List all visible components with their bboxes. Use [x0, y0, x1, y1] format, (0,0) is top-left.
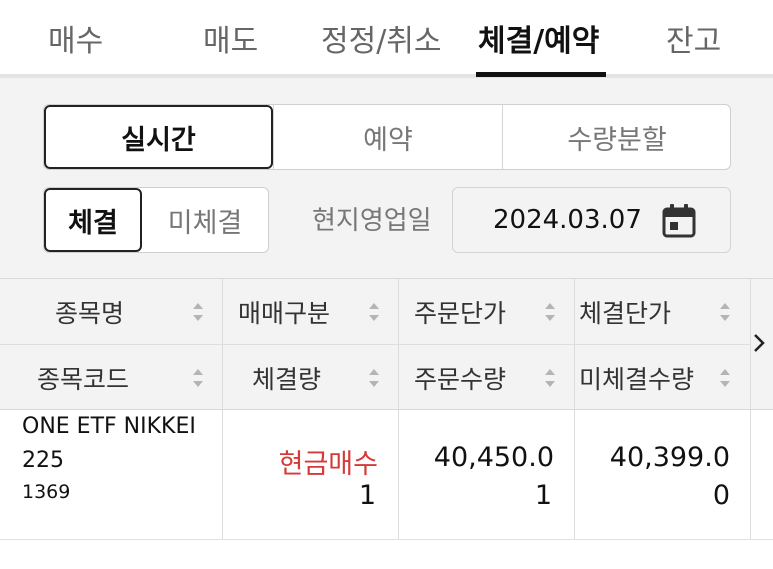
stock-name: ONE ETF NIKKEI	[22, 414, 196, 439]
segment-unexecuted[interactable]: 미체결	[142, 188, 268, 252]
sort-icon[interactable]	[369, 369, 379, 387]
sort-icon[interactable]	[545, 303, 555, 321]
date-value: 2024.03.07	[493, 205, 642, 235]
top-tab-bar: 매수 매도 정정/취소 체결/예약 잔고	[0, 0, 773, 78]
calendar-icon[interactable]	[661, 203, 697, 239]
header-order-price[interactable]: 주문단가	[414, 279, 506, 345]
tab-executions-reservations[interactable]: 체결/예약	[478, 16, 599, 60]
tab-buy[interactable]: 매수	[48, 16, 103, 60]
table-row[interactable]: ONE ETF NIKKEI 225 1369 현금매수 1 40,450.0 …	[0, 410, 773, 540]
header-stock-code[interactable]: 종목코드	[37, 345, 129, 411]
header-exec-price[interactable]: 체결단가	[579, 279, 671, 345]
tab-sell[interactable]: 매도	[203, 16, 258, 60]
execution-status-segmented-control: 체결 미체결	[43, 187, 269, 253]
order-mode-segmented-control: 실시간 예약 수량분할	[43, 104, 731, 170]
header-order-qty[interactable]: 주문수량	[414, 345, 506, 411]
header-stock-name[interactable]: 종목명	[55, 279, 124, 345]
segment-executed[interactable]: 체결	[44, 188, 142, 252]
exec-price-value: 40,399.0	[609, 442, 730, 473]
trade-type-value: 현금매수	[278, 449, 378, 480]
segment-realtime[interactable]: 실시간	[44, 105, 273, 169]
chevron-right-icon[interactable]	[751, 331, 767, 355]
local-business-day-label: 현지영업일	[312, 206, 432, 236]
order-price-value: 40,450.0	[433, 442, 554, 473]
sort-icon[interactable]	[720, 369, 730, 387]
sort-icon[interactable]	[369, 303, 379, 321]
order-qty-value: 1	[534, 480, 552, 511]
active-tab-indicator	[476, 72, 606, 77]
sort-icon[interactable]	[545, 369, 555, 387]
header-trade-type[interactable]: 매매구분	[238, 279, 330, 345]
segment-quantity-split[interactable]: 수량분할	[502, 105, 730, 169]
unexec-qty-value: 0	[712, 480, 730, 511]
stock-name-line2: 225	[22, 448, 64, 473]
tab-balance[interactable]: 잔고	[666, 16, 721, 60]
exec-qty-value: 1	[358, 480, 376, 511]
tab-modify-cancel[interactable]: 정정/취소	[321, 16, 442, 60]
sort-icon[interactable]	[720, 303, 730, 321]
header-exec-qty[interactable]: 체결량	[252, 345, 321, 411]
segment-reservation[interactable]: 예약	[273, 105, 502, 169]
stock-code: 1369	[22, 481, 71, 503]
sort-icon[interactable]	[193, 303, 203, 321]
sort-icon[interactable]	[193, 369, 203, 387]
date-picker-field[interactable]: 2024.03.07	[452, 187, 731, 253]
header-unexec-qty[interactable]: 미체결수량	[579, 345, 694, 411]
